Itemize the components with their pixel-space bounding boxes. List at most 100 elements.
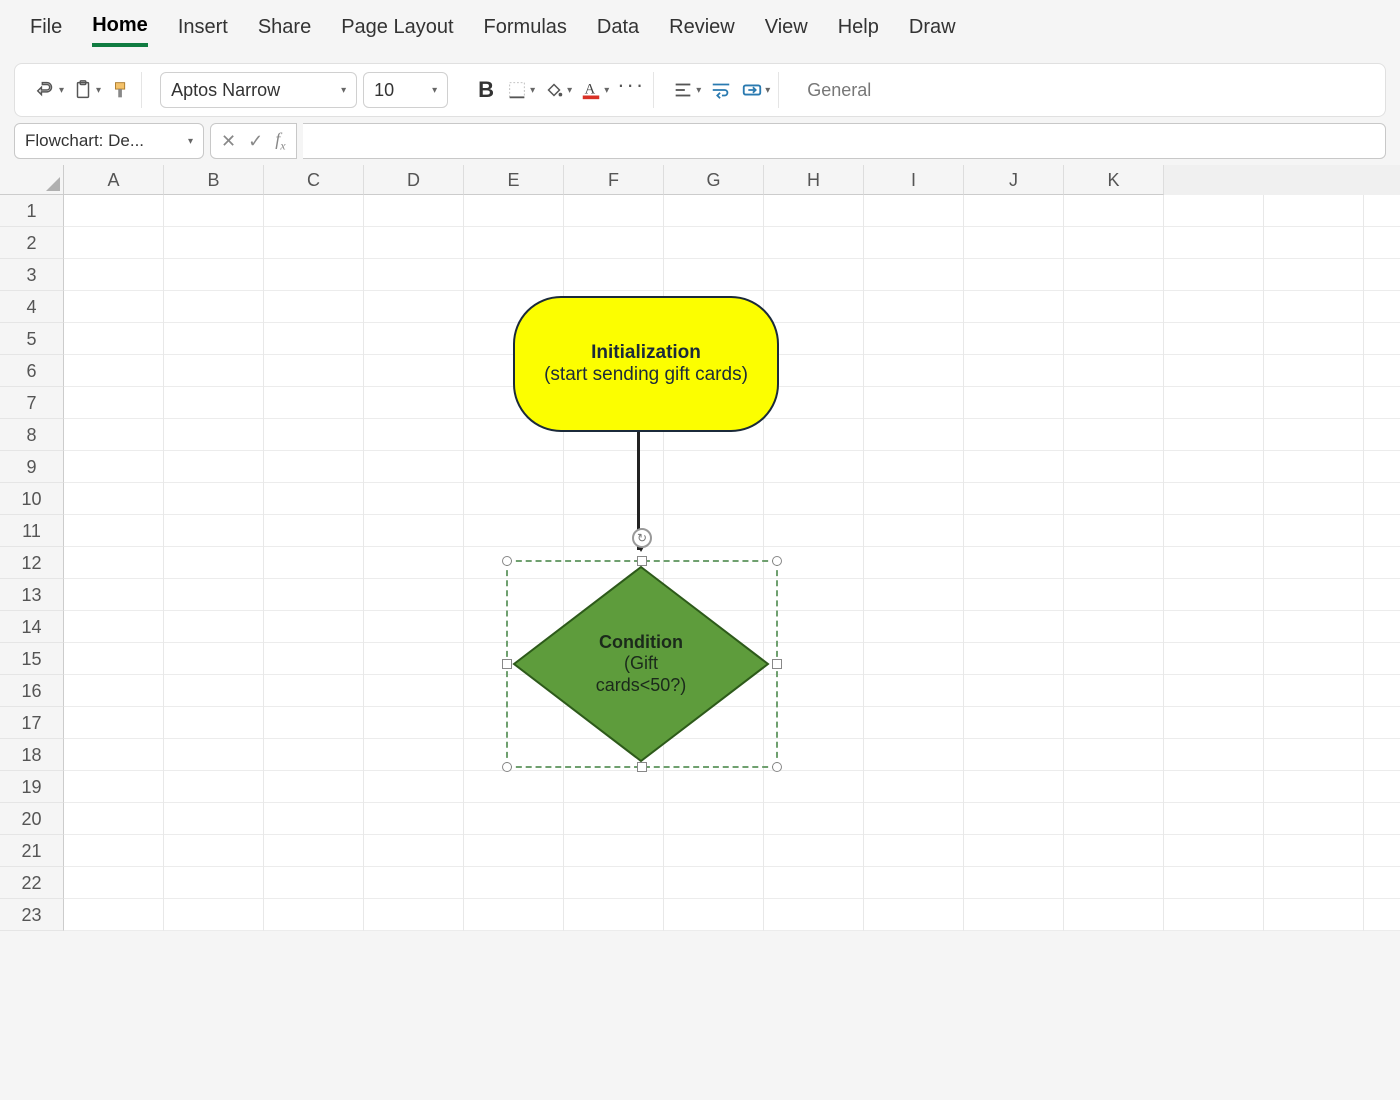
tab-data[interactable]: Data bbox=[597, 16, 639, 45]
row-header[interactable]: 14 bbox=[0, 611, 64, 643]
decision-body-line2: cards<50?) bbox=[596, 675, 687, 695]
merge-button[interactable]: ▾ bbox=[741, 76, 770, 104]
fx-icon[interactable]: fx bbox=[275, 129, 285, 154]
row-header[interactable]: 16 bbox=[0, 675, 64, 707]
resize-handle[interactable] bbox=[502, 556, 512, 566]
row-header[interactable]: 22 bbox=[0, 867, 64, 899]
wrap-text-button[interactable] bbox=[709, 76, 733, 104]
chevron-down-icon: ▾ bbox=[567, 85, 572, 96]
format-painter-button[interactable] bbox=[109, 76, 133, 104]
font-size-select[interactable]: 10 ▾ bbox=[363, 72, 448, 108]
tab-home[interactable]: Home bbox=[92, 14, 148, 47]
row-header[interactable]: 2 bbox=[0, 227, 64, 259]
row-header[interactable]: 3 bbox=[0, 259, 64, 291]
font-color-button[interactable]: A ▾ bbox=[580, 76, 609, 104]
tab-review[interactable]: Review bbox=[669, 16, 735, 45]
format-painter-icon bbox=[110, 79, 132, 101]
rotate-handle[interactable]: ↻ bbox=[632, 528, 652, 548]
terminator-subtitle: (start sending gift cards) bbox=[544, 364, 748, 386]
tab-page-layout[interactable]: Page Layout bbox=[341, 16, 453, 45]
row-header[interactable]: 13 bbox=[0, 579, 64, 611]
row-header[interactable]: 5 bbox=[0, 323, 64, 355]
align-button[interactable]: ▾ bbox=[672, 76, 701, 104]
ribbon-tabs: File Home Insert Share Page Layout Formu… bbox=[0, 0, 1400, 57]
undo-icon bbox=[35, 79, 57, 101]
col-header[interactable]: K bbox=[1064, 165, 1164, 195]
col-header[interactable]: D bbox=[364, 165, 464, 195]
row-header[interactable]: 23 bbox=[0, 899, 64, 931]
row-header[interactable]: 4 bbox=[0, 291, 64, 323]
resize-handle[interactable] bbox=[502, 659, 512, 669]
row-header[interactable]: 10 bbox=[0, 483, 64, 515]
decision-title: Condition bbox=[599, 632, 683, 653]
row-header[interactable]: 9 bbox=[0, 451, 64, 483]
chevron-down-icon: ▾ bbox=[604, 85, 609, 96]
tab-formulas[interactable]: Formulas bbox=[484, 16, 567, 45]
row-header[interactable]: 1 bbox=[0, 195, 64, 227]
row-header[interactable]: 15 bbox=[0, 643, 64, 675]
tab-share[interactable]: Share bbox=[258, 16, 311, 45]
bold-button[interactable]: B bbox=[474, 76, 498, 104]
chevron-down-icon: ▾ bbox=[59, 85, 64, 96]
col-header[interactable]: B bbox=[164, 165, 264, 195]
col-header[interactable]: F bbox=[564, 165, 664, 195]
select-all-corner[interactable] bbox=[0, 165, 64, 195]
clipboard-button[interactable]: ▾ bbox=[72, 76, 101, 104]
font-name-select[interactable]: Aptos Narrow ▾ bbox=[160, 72, 357, 108]
chevron-down-icon: ▾ bbox=[432, 85, 437, 96]
font-color-icon: A bbox=[580, 79, 602, 101]
formula-bar-input[interactable] bbox=[303, 123, 1386, 159]
flowchart-terminator-shape[interactable]: Initialization (start sending gift cards… bbox=[513, 296, 779, 432]
resize-handle[interactable] bbox=[772, 762, 782, 772]
row-header[interactable]: 12 bbox=[0, 547, 64, 579]
chevron-down-icon: ▾ bbox=[341, 85, 346, 96]
terminator-title: Initialization bbox=[591, 342, 701, 364]
tab-help[interactable]: Help bbox=[838, 16, 879, 45]
resize-handle[interactable] bbox=[772, 556, 782, 566]
undo-button[interactable]: ▾ bbox=[35, 76, 64, 104]
chevron-down-icon: ▾ bbox=[530, 85, 535, 96]
fill-color-button[interactable]: ▾ bbox=[543, 76, 572, 104]
row-header[interactable]: 20 bbox=[0, 803, 64, 835]
row-header[interactable]: 11 bbox=[0, 515, 64, 547]
row-header[interactable]: 17 bbox=[0, 707, 64, 739]
fill-color-icon bbox=[543, 79, 565, 101]
col-header[interactable]: I bbox=[864, 165, 964, 195]
row-header[interactable]: 19 bbox=[0, 771, 64, 803]
decision-body-line1: (Gift bbox=[624, 653, 658, 673]
number-format-select[interactable]: General bbox=[797, 80, 881, 101]
row-header[interactable]: 8 bbox=[0, 419, 64, 451]
col-header[interactable]: J bbox=[964, 165, 1064, 195]
resize-handle[interactable] bbox=[772, 659, 782, 669]
col-header[interactable]: E bbox=[464, 165, 564, 195]
worksheet-grid[interactable]: A B C D E F G H I J K 1 2 3 4 5 6 7 8 9 … bbox=[0, 165, 1400, 931]
row-header[interactable]: 18 bbox=[0, 739, 64, 771]
tab-file[interactable]: File bbox=[30, 16, 62, 45]
flowchart-decision-shape[interactable]: Condition (Gift cards<50?) bbox=[512, 565, 770, 763]
col-header[interactable]: G bbox=[664, 165, 764, 195]
col-header[interactable]: C bbox=[264, 165, 364, 195]
resize-handle[interactable] bbox=[502, 762, 512, 772]
resize-handle[interactable] bbox=[637, 762, 647, 772]
name-box-value: Flowchart: De... bbox=[25, 131, 144, 151]
chevron-down-icon: ▾ bbox=[188, 136, 193, 147]
row-header[interactable]: 6 bbox=[0, 355, 64, 387]
clipboard-icon bbox=[72, 79, 94, 101]
tab-draw[interactable]: Draw bbox=[909, 16, 956, 45]
name-box[interactable]: Flowchart: De... ▾ bbox=[14, 123, 204, 159]
tab-insert[interactable]: Insert bbox=[178, 16, 228, 45]
col-header[interactable]: H bbox=[764, 165, 864, 195]
svg-text:A: A bbox=[585, 82, 596, 98]
cancel-formula-button[interactable]: ✕ bbox=[221, 131, 236, 152]
row-header[interactable]: 21 bbox=[0, 835, 64, 867]
col-header[interactable]: A bbox=[64, 165, 164, 195]
cells-canvas[interactable]: Initialization (start sending gift cards… bbox=[64, 195, 1400, 931]
row-header[interactable]: 7 bbox=[0, 387, 64, 419]
tab-view[interactable]: View bbox=[765, 16, 808, 45]
accept-formula-button[interactable]: ✓ bbox=[248, 131, 263, 152]
more-font-options-button[interactable]: ··· bbox=[617, 71, 645, 99]
chevron-down-icon: ▾ bbox=[96, 85, 101, 96]
name-formula-bar: Flowchart: De... ▾ ✕ ✓ fx bbox=[14, 123, 1386, 159]
font-name-value: Aptos Narrow bbox=[171, 80, 331, 101]
borders-button[interactable]: ▾ bbox=[506, 76, 535, 104]
